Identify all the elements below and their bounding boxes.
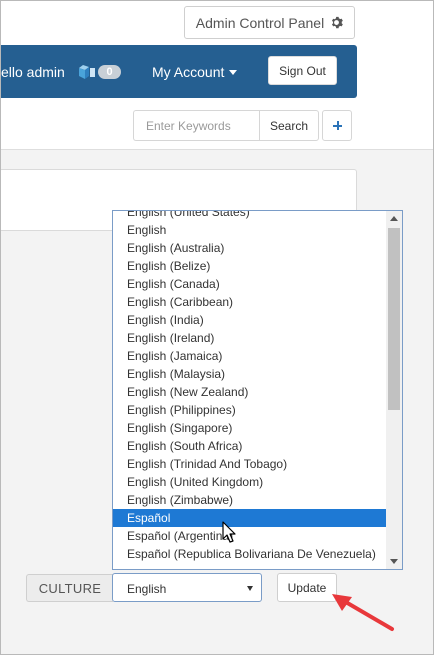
culture-option[interactable]: English (Belize) — [113, 257, 387, 275]
culture-option[interactable]: English (Trinidad And Tobago) — [113, 455, 387, 473]
annotation-arrow-icon — [332, 594, 394, 631]
culture-dropdown-list[interactable]: English (United States) English English … — [112, 210, 403, 570]
culture-option[interactable]: English (United Kingdom) — [113, 473, 387, 491]
culture-option[interactable]: English (India) — [113, 311, 387, 329]
dropdown-scrollbar[interactable] — [386, 211, 402, 569]
culture-options: English (United States) English English … — [113, 211, 387, 563]
culture-option[interactable]: English (United States) — [113, 211, 387, 221]
my-account-label: My Account — [152, 64, 225, 80]
culture-option[interactable]: English (Australia) — [113, 239, 387, 257]
mouse-pointer-icon — [222, 521, 236, 543]
culture-option[interactable]: English (Ireland) — [113, 329, 387, 347]
culture-option[interactable]: Español (Argentina) — [113, 527, 387, 545]
user-greeting: ello admin — [1, 64, 65, 80]
culture-option[interactable]: English (Philippines) — [113, 401, 387, 419]
search-input[interactable] — [133, 110, 260, 141]
culture-select[interactable]: English — [112, 573, 262, 602]
culture-option[interactable]: Español (Republica Bolivariana De Venezu… — [113, 545, 387, 563]
culture-option[interactable]: English (Caribbean) — [113, 293, 387, 311]
header-divider — [1, 149, 433, 150]
culture-option[interactable]: English — [113, 221, 387, 239]
cart-icon[interactable] — [77, 62, 97, 82]
chevron-down-icon — [247, 586, 253, 591]
culture-option-highlighted[interactable]: Español — [113, 509, 387, 527]
culture-option[interactable]: English (Canada) — [113, 275, 387, 293]
main-navbar: ello admin 0 My Account Sign Out — [1, 45, 357, 98]
chevron-down-icon — [229, 69, 238, 75]
culture-label: CULTURE — [26, 574, 113, 602]
scroll-up-icon[interactable] — [390, 216, 398, 221]
culture-option[interactable]: English (New Zealand) — [113, 383, 387, 401]
culture-select-value: English — [127, 582, 167, 596]
gear-icon — [332, 16, 344, 29]
admin-control-panel-button[interactable]: Admin Control Panel — [184, 6, 355, 39]
my-account-menu[interactable]: My Account — [152, 64, 238, 80]
cart-count-badge: 0 — [98, 65, 121, 79]
admin-control-panel-label: Admin Control Panel — [195, 14, 325, 31]
scroll-down-icon[interactable] — [390, 559, 398, 564]
culture-option[interactable]: English (South Africa) — [113, 437, 387, 455]
culture-option[interactable]: English (Malaysia) — [113, 365, 387, 383]
culture-option[interactable]: English (Jamaica) — [113, 347, 387, 365]
scrollbar-thumb[interactable] — [388, 228, 400, 410]
culture-option[interactable]: English (Singapore) — [113, 419, 387, 437]
search-button[interactable]: Search — [259, 110, 319, 141]
sign-out-button[interactable]: Sign Out — [268, 56, 337, 85]
page-frame: Admin Control Panel ello admin 0 My Acco… — [0, 0, 434, 655]
culture-option[interactable]: English (Zimbabwe) — [113, 491, 387, 509]
plus-icon[interactable] — [322, 110, 352, 141]
